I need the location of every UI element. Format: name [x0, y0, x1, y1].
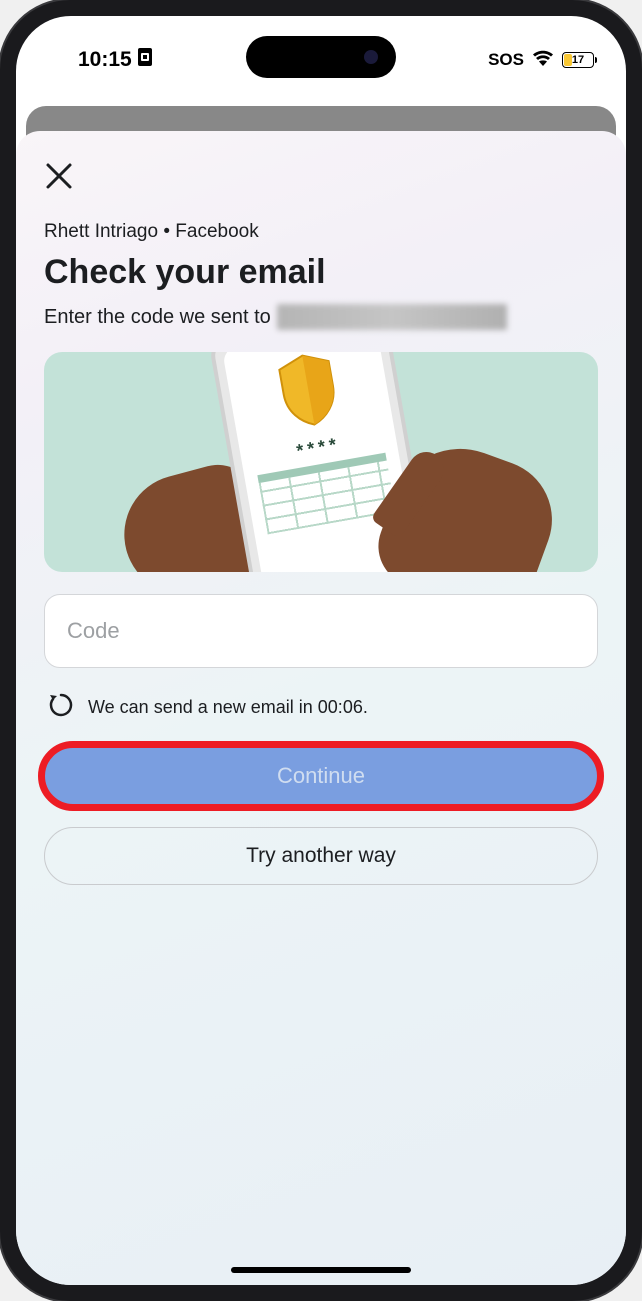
status-bar-right: SOS 17	[488, 50, 594, 71]
subtitle: Enter the code we sent to	[44, 304, 598, 330]
close-button[interactable]	[44, 161, 74, 191]
battery-icon: 17	[562, 52, 594, 68]
subtitle-text: Enter the code we sent to	[44, 306, 271, 329]
close-icon	[44, 161, 74, 191]
security-illustration: ****	[44, 352, 598, 572]
resend-row: We can send a new email in 00:06.	[44, 692, 598, 723]
battery-level: 17	[572, 54, 584, 66]
try-another-way-button[interactable]: Try another way	[44, 827, 598, 885]
redacted-email	[277, 304, 507, 330]
phone-screen: 10:15 SOS 17	[16, 16, 626, 1285]
modal-sheet: Rhett Intriago • Facebook Check your ema…	[16, 131, 626, 1285]
continue-button[interactable]: Continue	[44, 747, 598, 805]
code-dots-illustration: ****	[295, 434, 342, 462]
status-bar-left: 10:15	[48, 48, 152, 72]
page-title: Check your email	[44, 253, 598, 292]
sim-icon	[138, 48, 152, 72]
dynamic-island	[246, 36, 396, 78]
refresh-icon	[48, 692, 74, 723]
phone-frame: 10:15 SOS 17	[0, 0, 642, 1301]
status-time: 10:15	[78, 48, 132, 72]
code-input[interactable]	[44, 594, 598, 668]
front-camera	[364, 50, 378, 64]
wifi-icon	[532, 50, 554, 71]
sos-label: SOS	[488, 50, 524, 70]
resend-text: We can send a new email in 00:06.	[88, 697, 368, 718]
continue-wrapper: Continue	[44, 747, 598, 805]
shield-icon	[267, 352, 350, 436]
home-indicator[interactable]	[231, 1267, 411, 1273]
breadcrumb: Rhett Intriago • Facebook	[44, 221, 598, 243]
